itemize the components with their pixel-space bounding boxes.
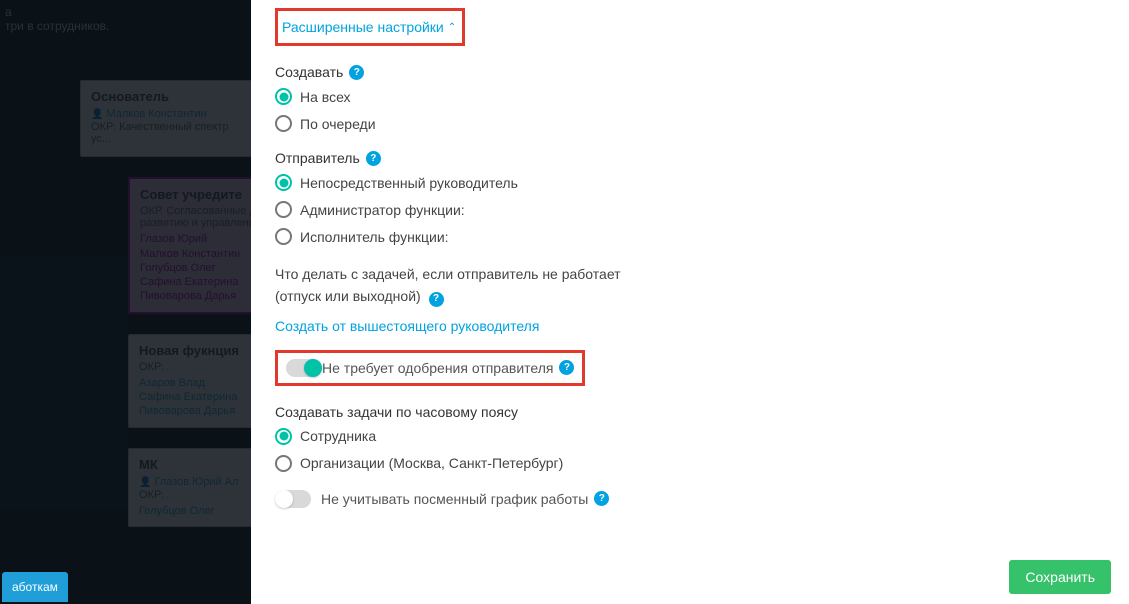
label-timezone: Создавать задачи по часовому поясу	[275, 404, 518, 420]
radio-sender-executor[interactable]: Исполнитель функции:	[275, 228, 1105, 245]
help-icon[interactable]: ?	[559, 360, 574, 375]
radio-tz-org-label: Организации (Москва, Санкт-Петербург)	[300, 455, 563, 471]
radio-tz-org[interactable]: Организации (Москва, Санкт-Петербург)	[275, 455, 1105, 472]
highlight-no-approval: Не требует одобрения отправителя ?	[275, 350, 585, 386]
toggle-no-approval[interactable]	[286, 359, 322, 377]
group-shift: Не учитывать посменный график работы ?	[275, 490, 1105, 508]
group-timezone: Создавать задачи по часовому поясу Сотру…	[275, 404, 1105, 472]
link-create-from-superior[interactable]: Создать от вышестоящего руководителя	[275, 318, 539, 334]
radio-sender-admin[interactable]: Администратор функции:	[275, 201, 1105, 218]
radio-tz-employee-label: Сотрудника	[300, 428, 376, 444]
label-create: Создавать	[275, 64, 343, 80]
bottom-left-button[interactable]: аботкам	[2, 572, 68, 602]
radio-sender-supervisor[interactable]: Непосредственный руководитель	[275, 174, 1105, 191]
radio-sender-supervisor-label: Непосредственный руководитель	[300, 175, 518, 191]
radio-tz-employee[interactable]: Сотрудника	[275, 428, 1105, 445]
radio-icon	[275, 228, 292, 245]
radio-create-all[interactable]: На всех	[275, 88, 1105, 105]
absence-line2: (отпуск или выходной)	[275, 288, 421, 304]
help-icon[interactable]: ?	[429, 292, 444, 307]
radio-icon	[275, 174, 292, 191]
help-icon[interactable]: ?	[349, 65, 364, 80]
radio-icon	[275, 201, 292, 218]
highlight-advanced: Расширенные настройки ⌃	[275, 8, 465, 46]
toggle-shift-label: Не учитывать посменный график работы	[321, 491, 588, 507]
radio-icon	[275, 88, 292, 105]
radio-sender-admin-label: Администратор функции:	[300, 202, 465, 218]
help-icon[interactable]: ?	[594, 491, 609, 506]
help-icon[interactable]: ?	[366, 151, 381, 166]
save-button[interactable]: Сохранить	[1009, 560, 1111, 594]
group-sender: Отправитель ? Непосредственный руководит…	[275, 150, 1105, 245]
advanced-settings-toggle[interactable]: Расширенные настройки ⌃	[280, 13, 458, 41]
toggle-no-approval-label: Не требует одобрения отправителя	[322, 360, 553, 376]
absence-line1: Что делать с задачей, если отправитель н…	[275, 266, 621, 282]
advanced-settings-label: Расширенные настройки	[282, 19, 444, 35]
radio-icon	[275, 428, 292, 445]
chevron-up-icon: ⌃	[448, 22, 456, 33]
radio-create-all-label: На всех	[300, 89, 351, 105]
radio-create-turn-label: По очереди	[300, 116, 376, 132]
settings-panel: Расширенные настройки ⌃ Создавать ? На в…	[251, 0, 1129, 604]
toggle-shift[interactable]	[275, 490, 311, 508]
radio-icon	[275, 455, 292, 472]
radio-sender-executor-label: Исполнитель функции:	[300, 229, 449, 245]
label-sender: Отправитель	[275, 150, 360, 166]
group-absence: Что делать с задачей, если отправитель н…	[275, 263, 1105, 334]
group-create: Создавать ? На всех По очереди	[275, 64, 1105, 132]
radio-icon	[275, 115, 292, 132]
radio-create-turn[interactable]: По очереди	[275, 115, 1105, 132]
